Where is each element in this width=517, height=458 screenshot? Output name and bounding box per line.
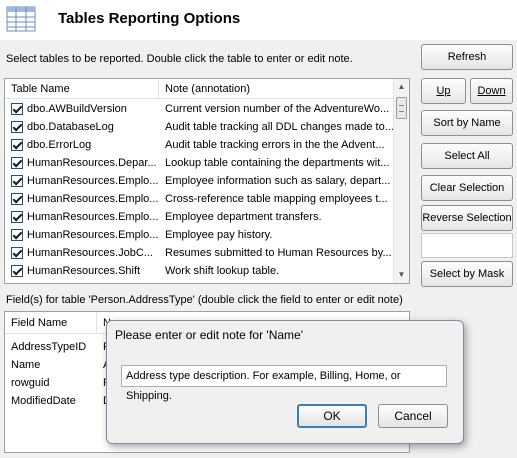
row-checkbox[interactable] xyxy=(11,211,23,223)
row-checkbox[interactable] xyxy=(11,157,23,169)
table-name-cell: HumanResources.Depar... xyxy=(27,157,157,169)
table-row[interactable]: dbo.DatabaseLog Audit table tracking all … xyxy=(5,118,395,136)
table-name-cell: HumanResources.Shift xyxy=(27,265,141,277)
refresh-button[interactable]: Refresh xyxy=(421,44,513,70)
table-row[interactable]: HumanResources.Emplo... Cross-reference t… xyxy=(5,190,395,208)
table-name-cell: dbo.AWBuildVersion xyxy=(27,103,127,115)
table-grid-icon xyxy=(6,6,36,32)
down-button-label: Down xyxy=(477,85,506,97)
table-row[interactable]: HumanResources.Emplo... Employee departme… xyxy=(5,208,395,226)
fields-label: Field(s) for table 'Person.AddressType' … xyxy=(6,294,403,306)
row-checkbox[interactable] xyxy=(11,103,23,115)
table-name-cell: HumanResources.JobC... xyxy=(27,247,153,259)
table-row[interactable]: HumanResources.JobC... Resumes submitted … xyxy=(5,244,395,262)
mask-input[interactable] xyxy=(421,233,513,258)
table-note-cell: Lookup table containing the departments … xyxy=(165,157,390,169)
clear-selection-button[interactable]: Clear Selection xyxy=(421,175,513,201)
table-row[interactable]: HumanResources.Shift Work shift lookup ta… xyxy=(5,262,395,280)
table-name-cell: HumanResources.Emplo... xyxy=(27,229,159,241)
scroll-thumb[interactable] xyxy=(396,97,407,119)
down-button[interactable]: Down xyxy=(470,78,513,104)
field-row[interactable]: ModifiedDate xyxy=(5,392,97,410)
table-name-cell: HumanResources.Emplo... xyxy=(27,193,159,205)
edit-note-dialog: Please enter or edit note for 'Name' Add… xyxy=(106,320,464,444)
tables-scrollbar[interactable]: ▲ ▼ xyxy=(393,79,409,283)
row-checkbox[interactable] xyxy=(11,193,23,205)
table-row[interactable]: HumanResources.Emplo... Employee informat… xyxy=(5,172,395,190)
table-note-cell: Employee department transfers. xyxy=(165,211,322,223)
table-note-cell: Resumes submitted to Human Resources by.… xyxy=(165,247,392,259)
tables-list[interactable]: Table Name Note (annotation) dbo.AWBuild… xyxy=(4,78,410,284)
note-input[interactable]: Address type description. For example, B… xyxy=(121,365,447,402)
table-note-cell: Cross-reference table mapping employees … xyxy=(165,193,388,205)
table-row[interactable]: dbo.AWBuildVersion Current version number… xyxy=(5,100,395,118)
table-name-cell: dbo.DatabaseLog xyxy=(27,121,114,133)
instructions-text: Select tables to be reported. Double cli… xyxy=(6,53,353,65)
page-title: Tables Reporting Options xyxy=(58,10,241,27)
select-all-button[interactable]: Select All xyxy=(421,143,513,169)
column-header-table-name[interactable]: Table Name xyxy=(5,79,159,99)
select-by-mask-button[interactable]: Select by Mask xyxy=(421,261,513,287)
table-note-cell: Audit table tracking all DDL changes mad… xyxy=(165,121,394,133)
up-button[interactable]: Up xyxy=(421,78,466,104)
row-checkbox[interactable] xyxy=(11,265,23,277)
ok-button[interactable]: OK xyxy=(297,404,367,428)
row-checkbox[interactable] xyxy=(11,175,23,187)
table-note-cell: Work shift lookup table. xyxy=(165,265,280,277)
row-checkbox[interactable] xyxy=(11,247,23,259)
table-name-cell: dbo.ErrorLog xyxy=(27,139,92,151)
field-row[interactable]: AddressTypeID xyxy=(5,338,97,356)
row-checkbox[interactable] xyxy=(11,229,23,241)
row-checkbox[interactable] xyxy=(11,121,23,133)
sort-by-name-button[interactable]: Sort by Name xyxy=(421,110,513,136)
table-note-cell: Current version number of the AdventureW… xyxy=(165,103,390,115)
table-note-cell: Employee information such as salary, dep… xyxy=(165,175,391,187)
reverse-selection-button[interactable]: Reverse Selection xyxy=(421,205,513,231)
table-note-cell: Employee pay history. xyxy=(165,229,273,241)
scroll-up-arrow-icon[interactable]: ▲ xyxy=(394,79,409,95)
table-note-cell: Audit table tracking errors in the the A… xyxy=(165,139,385,151)
table-name-cell: HumanResources.Emplo... xyxy=(27,175,159,187)
column-header-field-name[interactable]: Field Name xyxy=(5,312,97,334)
table-row[interactable]: dbo.ErrorLog Audit table tracking errors … xyxy=(5,136,395,154)
header-bar: Tables Reporting Options xyxy=(0,0,517,40)
scroll-down-arrow-icon[interactable]: ▼ xyxy=(394,267,409,283)
field-row[interactable]: rowguid xyxy=(5,374,97,392)
clear-selection-label: Clear Selection xyxy=(429,182,505,194)
dialog-title: Please enter or edit note for 'Name' xyxy=(115,328,304,342)
cancel-button[interactable]: Cancel xyxy=(378,404,448,428)
up-button-label: Up xyxy=(436,85,451,97)
row-checkbox[interactable] xyxy=(11,139,23,151)
table-row[interactable]: HumanResources.Depar... Lookup table cont… xyxy=(5,154,395,172)
field-row[interactable]: Name xyxy=(5,356,97,374)
table-row[interactable]: HumanResources.Emplo... Employee pay hist… xyxy=(5,226,395,244)
table-name-cell: HumanResources.Emplo... xyxy=(27,211,159,223)
column-header-note[interactable]: Note (annotation) xyxy=(159,79,395,99)
